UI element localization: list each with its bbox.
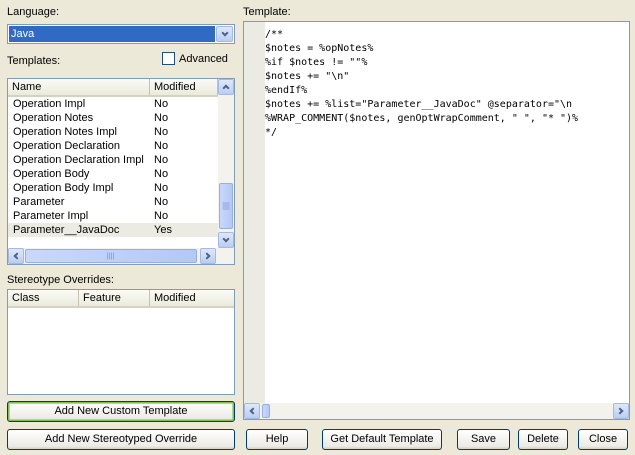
scroll-right-button[interactable] — [613, 403, 629, 419]
templates-horizontal-scrollbar[interactable] — [8, 248, 234, 264]
column-header-class[interactable]: Class — [8, 290, 79, 306]
code-line: %if $notes != ""% — [265, 57, 368, 68]
chevron-down-icon — [222, 235, 230, 243]
row-name: Operation Impl — [13, 98, 86, 110]
row-name: Parameter — [13, 196, 65, 208]
row-modified: Yes — [154, 224, 172, 236]
row-modified: No — [154, 140, 169, 152]
table-row[interactable]: Operation Body Impl No — [8, 181, 218, 195]
code-line: /** — [265, 29, 284, 40]
save-button[interactable]: Save — [457, 429, 510, 450]
help-button[interactable]: Help — [246, 429, 308, 450]
chevron-down-icon — [220, 29, 229, 37]
row-modified: No — [154, 112, 169, 124]
row-name: Parameter__JavaDoc — [13, 224, 120, 236]
chevron-left-icon — [13, 252, 21, 260]
add-stereotyped-override-button[interactable]: Add New Stereotyped Override — [7, 429, 235, 450]
templates-list[interactable]: Name Modified Operation Impl No Operation … — [7, 78, 235, 265]
code-line: %WRAP_COMMENT($notes, genOptWrapComment,… — [265, 113, 579, 124]
row-name: Operation Declaration — [13, 140, 121, 152]
advanced-checkbox[interactable] — [162, 52, 175, 65]
table-row[interactable]: Operation Notes No — [8, 111, 218, 125]
row-modified: No — [154, 210, 169, 222]
row-modified: No — [154, 182, 169, 194]
template-label: Template: — [243, 6, 291, 18]
scroll-thumb[interactable] — [219, 183, 233, 229]
templates-list-header: Name Modified — [8, 79, 218, 97]
row-modified: No — [154, 126, 169, 138]
code-line: %endIf% — [265, 85, 308, 96]
code-line: */ — [265, 127, 278, 138]
table-row[interactable]: Operation Body No — [8, 167, 218, 181]
scroll-right-button[interactable] — [200, 248, 216, 264]
language-dropdown-button[interactable] — [216, 26, 233, 42]
code-line: $notes = %opNotes% — [265, 43, 374, 54]
column-header-modified[interactable]: Modified — [150, 79, 218, 95]
row-modified: No — [154, 154, 169, 166]
scroll-left-button[interactable] — [244, 403, 260, 419]
scroll-down-button[interactable] — [218, 232, 234, 248]
scroll-left-button[interactable] — [8, 248, 24, 264]
row-name: Operation Notes Impl — [13, 126, 117, 138]
chevron-right-icon — [203, 252, 211, 260]
get-default-template-button[interactable]: Get Default Template — [322, 429, 442, 450]
chevron-left-icon — [249, 407, 257, 415]
template-code[interactable]: /** $notes = %opNotes% %if $notes != ""% $n… — [265, 28, 578, 140]
language-select[interactable]: Java — [7, 24, 235, 44]
column-header-modified[interactable]: Modified — [150, 290, 234, 306]
stereotype-list-header: Class Feature Modified — [8, 290, 234, 308]
stereotype-overrides-list[interactable]: Class Feature Modified — [7, 289, 235, 395]
editor-gutter — [244, 22, 265, 403]
table-row[interactable]: Operation Notes Impl No — [8, 125, 218, 139]
hscroll-thumb[interactable] — [25, 249, 197, 263]
chevron-up-icon — [222, 84, 230, 92]
scroll-up-button[interactable] — [218, 79, 234, 95]
code-line: $notes += "\n" — [265, 71, 350, 82]
stereotype-overrides-label: Stereotype Overrides: — [7, 274, 114, 286]
table-row[interactable]: Parameter Impl No — [8, 209, 218, 223]
code-line: $notes += %list="Parameter__JavaDoc" @se… — [265, 99, 573, 110]
template-editor[interactable]: /** $notes = %opNotes% %if $notes != ""% $n… — [243, 21, 630, 420]
row-name: Operation Declaration Impl — [13, 154, 144, 166]
table-row[interactable]: Parameter No — [8, 195, 218, 209]
row-name: Operation Body — [13, 168, 90, 180]
row-modified: No — [154, 196, 169, 208]
templates-vertical-scrollbar[interactable] — [218, 79, 234, 248]
editor-horizontal-scrollbar[interactable] — [244, 403, 629, 419]
column-header-name[interactable]: Name — [8, 79, 150, 95]
row-name: Operation Body Impl — [13, 182, 114, 194]
row-name: Operation Notes — [13, 112, 94, 124]
language-label: Language: — [7, 6, 59, 18]
row-modified: No — [154, 98, 169, 110]
row-modified: No — [154, 168, 169, 180]
editor-hscroll-thumb[interactable] — [262, 404, 270, 418]
row-name: Parameter Impl — [13, 210, 89, 222]
add-custom-template-button[interactable]: Add New Custom Template — [7, 401, 235, 422]
table-row[interactable]: Operation Impl No — [8, 97, 218, 111]
language-selected-value: Java — [9, 26, 215, 42]
advanced-label[interactable]: Advanced — [179, 53, 228, 65]
delete-button[interactable]: Delete — [518, 429, 568, 450]
templates-label: Templates: — [7, 55, 61, 67]
chevron-right-icon — [616, 407, 624, 415]
table-row[interactable]: Operation Declaration Impl No — [8, 153, 218, 167]
close-button[interactable]: Close — [578, 429, 628, 450]
table-row[interactable]: Parameter__JavaDoc Yes — [8, 223, 218, 237]
table-row[interactable]: Operation Declaration No — [8, 139, 218, 153]
column-header-feature[interactable]: Feature — [79, 290, 150, 306]
